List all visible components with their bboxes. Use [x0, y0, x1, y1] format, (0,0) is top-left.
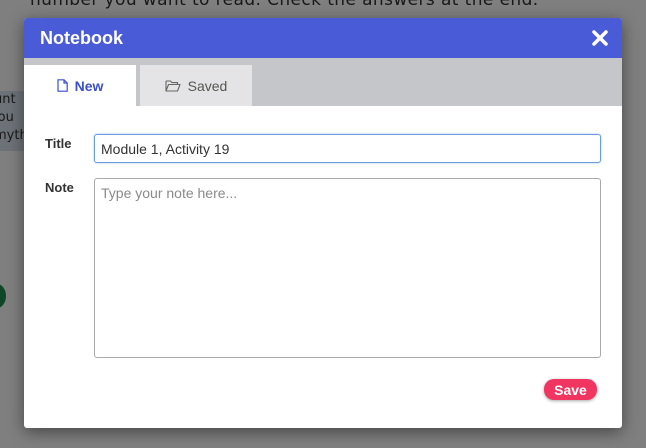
file-icon [56, 79, 68, 92]
tab-new[interactable]: New [24, 65, 136, 106]
title-label: Title [45, 136, 72, 151]
tab-bar: New Saved [24, 58, 622, 106]
close-icon [592, 30, 608, 46]
modal-header: Notebook [24, 18, 622, 58]
title-input[interactable] [94, 134, 601, 163]
tab-new-label: New [74, 77, 104, 94]
close-button[interactable] [588, 26, 612, 50]
save-button[interactable]: Save [544, 379, 597, 400]
note-label: Note [45, 180, 74, 195]
tab-saved-label: Saved [187, 77, 228, 94]
folder-open-icon [165, 79, 181, 92]
tab-saved[interactable]: Saved [140, 65, 252, 106]
notebook-modal: Notebook New Saved Title Module 1, Activ… [24, 18, 622, 428]
modal-title: Notebook [40, 27, 123, 48]
note-textarea[interactable] [94, 178, 601, 358]
